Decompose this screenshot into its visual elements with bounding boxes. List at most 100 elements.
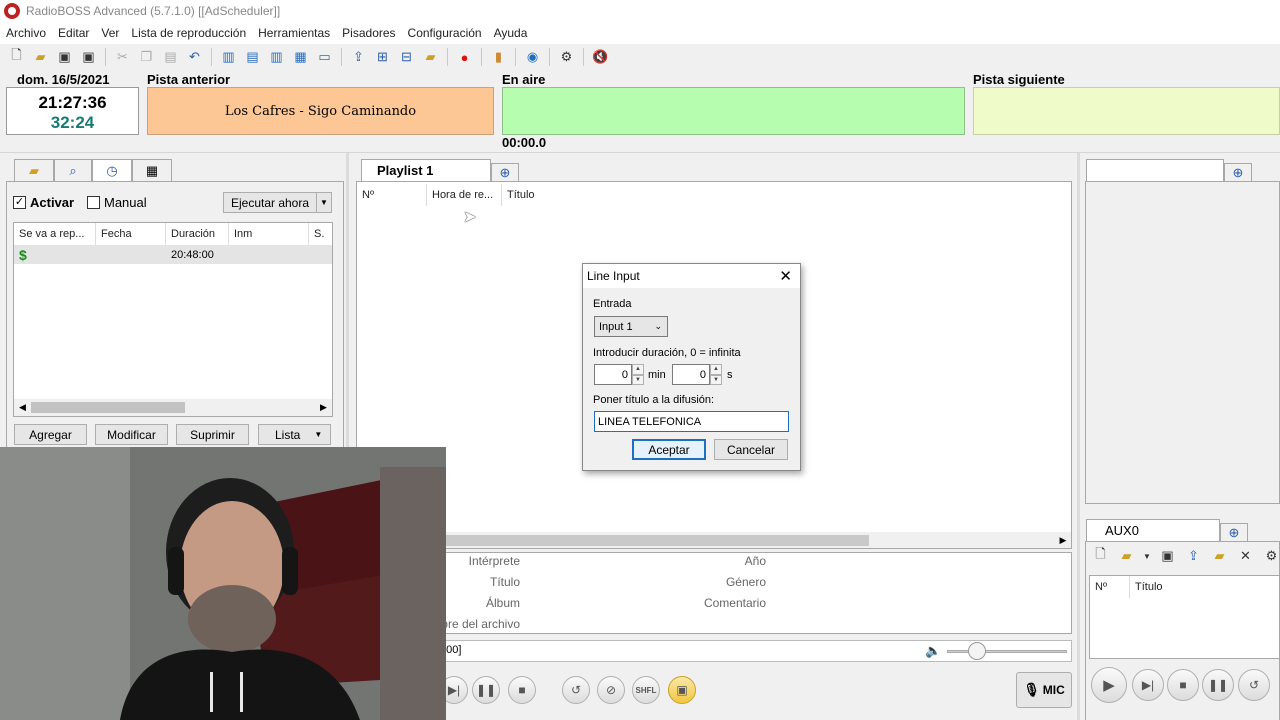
menu-ayuda[interactable]: Ayuda [488, 26, 534, 40]
manual-checkbox-row[interactable]: Manual [87, 195, 147, 210]
tab-calendar-icon[interactable]: ▦ [132, 159, 172, 181]
layout-left-icon[interactable]: ▥ [218, 47, 239, 67]
col-duration[interactable]: Duración [166, 223, 229, 245]
run-now-button[interactable]: Ejecutar ahora [223, 192, 317, 213]
paste-icon[interactable]: ▤ [160, 47, 181, 67]
mic-button[interactable]: 🎙 MIC [1016, 672, 1072, 708]
shuffle-button[interactable]: SHFL [632, 676, 660, 704]
menu-pisadores[interactable]: Pisadores [336, 26, 401, 40]
aux-col-title[interactable]: Título [1130, 576, 1230, 598]
aux-stop-icon[interactable]: ■ [1167, 669, 1199, 701]
col-s[interactable]: S. [309, 223, 332, 245]
globe-icon[interactable]: ◉ [522, 47, 543, 67]
aux-pause-icon[interactable]: ❚❚ [1202, 669, 1234, 701]
splitter[interactable] [0, 152, 1280, 153]
col-play[interactable]: Se va a rep... [14, 223, 96, 245]
table-row[interactable]: $ 20:48:00 [14, 245, 332, 264]
list-button[interactable]: Lista ▼ [258, 424, 331, 445]
tab-playlist-1[interactable]: Playlist 1 [361, 159, 491, 181]
aux-open-dropdown-icon[interactable]: ▼ [1142, 546, 1152, 566]
add-special-icon[interactable]: ▰ [420, 47, 441, 67]
stop-icon[interactable]: ■ [508, 676, 536, 704]
open-folder-icon[interactable]: ▰ [30, 47, 51, 67]
delete-button[interactable]: Suprimir [176, 424, 249, 445]
layout-bar-icon[interactable]: ▭ [314, 47, 335, 67]
tab-clock-icon[interactable]: ◷ [92, 159, 132, 181]
aux-settings-icon[interactable]: ⚙ [1261, 546, 1280, 566]
loop-icon[interactable]: ↺ [562, 676, 590, 704]
manual-checkbox[interactable] [87, 196, 100, 209]
copy-icon[interactable]: ❐ [136, 47, 157, 67]
scroll-thumb[interactable] [31, 402, 185, 413]
aux-next-icon[interactable]: ▶| [1132, 669, 1164, 701]
add-button[interactable]: Agregar [14, 424, 87, 445]
col-title[interactable]: Título [502, 184, 652, 206]
aux-loop-icon[interactable]: ↺ [1238, 669, 1270, 701]
col-number[interactable]: Nº [357, 184, 427, 206]
volume-slider[interactable] [947, 650, 1067, 653]
cut-icon[interactable]: ✂ [112, 47, 133, 67]
aux-new-icon[interactable]: 🗋 [1090, 546, 1111, 566]
add-list-icon[interactable]: ⊟ [396, 47, 417, 67]
cancel-button[interactable]: Cancelar [714, 439, 788, 460]
auto-mode-icon[interactable]: ▣ [668, 676, 696, 704]
minutes-input[interactable]: 0 [594, 364, 632, 385]
menu-ver[interactable]: Ver [95, 26, 125, 40]
settings-gear-icon[interactable]: ⚙ [556, 47, 577, 67]
record-icon[interactable]: ● [454, 47, 475, 67]
add-tracks-icon[interactable]: ⇪ [348, 47, 369, 67]
tab-folder-icon[interactable]: ▰ [14, 159, 54, 181]
ok-button[interactable]: Aceptar [632, 439, 706, 460]
save-as-icon[interactable]: ▣ [78, 47, 99, 67]
aux-save-icon[interactable]: ▣ [1157, 546, 1178, 566]
save-icon[interactable]: ▣ [54, 47, 75, 67]
menu-archivo[interactable]: Archivo [0, 26, 52, 40]
minutes-spinner[interactable]: ▲ ▼ [632, 364, 644, 385]
col-inm[interactable]: Inm [229, 223, 309, 245]
vertical-splitter[interactable] [1077, 153, 1080, 720]
seconds-spinner[interactable]: ▲ ▼ [710, 364, 722, 385]
modify-button[interactable]: Modificar [95, 424, 168, 445]
col-play-time[interactable]: Hora de re... [427, 184, 502, 206]
tab-search-icon[interactable]: ⌕ [54, 159, 92, 181]
volume-slider-thumb[interactable] [968, 642, 986, 660]
broadcast-title-input[interactable]: LINEA TELEFONICA [594, 411, 789, 432]
pause-icon[interactable]: ❚❚ [472, 676, 500, 704]
activate-checkbox-row[interactable]: ✓ Activar [13, 195, 74, 210]
menu-editar[interactable]: Editar [52, 26, 95, 40]
layout-grid-icon[interactable]: ▦ [290, 47, 311, 67]
menu-configuracion[interactable]: Configuración [402, 26, 488, 40]
horizontal-scrollbar[interactable]: ◀ ▶ [14, 399, 332, 416]
add-playlist-tab-icon[interactable]: ⊕ [491, 163, 519, 181]
input-select[interactable]: Input 1 ⌄ [594, 316, 668, 337]
add-folder-icon[interactable]: ⊞ [372, 47, 393, 67]
layout-split-icon[interactable]: ▥ [266, 47, 287, 67]
tab-right-empty[interactable] [1086, 159, 1224, 181]
scroll-right-icon[interactable]: ▶ [1055, 535, 1071, 546]
seconds-input[interactable]: 0 [672, 364, 710, 385]
activate-checkbox[interactable]: ✓ [13, 196, 26, 209]
aux-play-icon[interactable]: ▶ [1091, 667, 1127, 703]
aux-clear-icon[interactable]: ✕ [1235, 546, 1256, 566]
aux-add-icon[interactable]: ⇪ [1183, 546, 1204, 566]
new-file-icon[interactable]: 🗋 [6, 47, 27, 67]
col-date[interactable]: Fecha [96, 223, 166, 245]
aux-add-special-icon[interactable]: ▰ [1209, 546, 1230, 566]
add-aux-tab-icon[interactable]: ⊕ [1220, 523, 1248, 541]
layout-top-icon[interactable]: ▤ [242, 47, 263, 67]
statistics-icon[interactable]: ▮ [488, 47, 509, 67]
aux-col-number[interactable]: Nº [1090, 576, 1130, 598]
disable-icon[interactable]: ⊘ [597, 676, 625, 704]
close-icon[interactable]: ✕ [779, 267, 792, 285]
menu-lista-de-reproduccion[interactable]: Lista de reproducción [125, 26, 252, 40]
volume-icon[interactable]: 🔈 [925, 643, 941, 659]
run-now-dropdown-icon[interactable]: ▼ [316, 192, 332, 213]
mute-icon[interactable]: 🔇 [590, 47, 611, 67]
playlist-scrollbar[interactable]: ▶ [357, 532, 1071, 548]
tab-aux0[interactable]: AUX0 [1086, 519, 1220, 541]
scroll-left-icon[interactable]: ◀ [14, 402, 31, 413]
scroll-right-icon[interactable]: ▶ [315, 402, 332, 413]
undo-icon[interactable]: ↶ [184, 47, 205, 67]
add-right-tab-icon[interactable]: ⊕ [1224, 163, 1252, 181]
menu-herramientas[interactable]: Herramientas [252, 26, 336, 40]
